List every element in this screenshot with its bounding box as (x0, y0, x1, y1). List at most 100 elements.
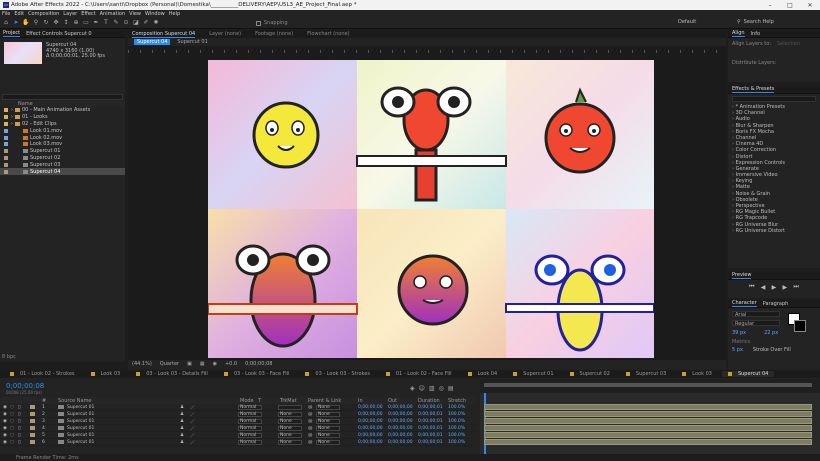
shape-tool-icon[interactable]: ▭ (82, 19, 90, 27)
timeline-tab[interactable]: 01 - Look 02 - Strokes (4, 371, 81, 377)
time-ruler[interactable] (480, 379, 820, 393)
tab-composition[interactable]: Composition Supercut 04 (132, 31, 196, 38)
transparency-grid-icon[interactable]: ▦ (200, 361, 205, 367)
layer-label-swatch[interactable] (30, 426, 35, 430)
timeline-current-time[interactable]: 0;00;00;08 (6, 382, 44, 390)
duration-value[interactable]: 0;00;00;01 (418, 405, 443, 410)
layer-row[interactable]: ◉ ◌ ▯ 2 Supercut 01 ♟ ／ Normal None @ None 0;00;00;… (0, 411, 476, 418)
blend-mode-dropdown[interactable]: Normal (238, 405, 262, 410)
project-item[interactable]: Supercut 04 (0, 168, 125, 175)
play-icon[interactable]: ▶ (772, 284, 777, 291)
timeline-tab[interactable]: Supercut 01 (507, 371, 559, 377)
out-point[interactable]: 0;00;00;00 (388, 433, 413, 438)
eye-icon[interactable]: ◉ (3, 419, 7, 424)
comp-canvas[interactable] (208, 60, 654, 358)
duration-value[interactable]: 0;00;00;01 (418, 419, 443, 424)
stroke-color-swatch[interactable] (794, 320, 806, 332)
collapse-switch-icon[interactable]: ／ (190, 440, 195, 446)
layer-duration-bar[interactable] (484, 418, 812, 424)
parent-dropdown[interactable]: None (316, 433, 340, 438)
project-search-input[interactable] (2, 94, 123, 100)
menu-layer[interactable]: Layer (63, 11, 77, 17)
last-frame-icon[interactable]: ⏭ (793, 283, 798, 291)
eye-icon[interactable]: ◉ (3, 412, 7, 417)
parent-pickwhip-icon[interactable]: @ (308, 433, 313, 438)
parent-pickwhip-icon[interactable]: @ (308, 426, 313, 431)
brush-tool-icon[interactable]: ✎ (112, 19, 120, 27)
label-color-swatch[interactable] (4, 169, 8, 174)
layer-label-swatch[interactable] (30, 412, 35, 416)
layer-duration-bar[interactable] (484, 432, 812, 438)
font-style-dropdown[interactable]: Regular (732, 320, 780, 327)
composition-viewer[interactable] (128, 46, 726, 360)
motion-blur-icon[interactable]: ◎ (439, 385, 444, 392)
timeline-tab[interactable]: 03 - Look 03 - Face Fill (218, 371, 296, 377)
project-item[interactable]: › 02 - Edit Clips (0, 121, 125, 128)
layer-row[interactable]: ◉ ◌ ▯ 3 Supercut 01 ♟ ／ Normal None @ None 0;00;00;… (0, 418, 476, 425)
column-name[interactable]: Name (18, 101, 33, 107)
close-icon[interactable]: ✕ (800, 2, 820, 9)
snapping-checkbox[interactable] (256, 20, 261, 26)
menu-animation[interactable]: Animation (100, 11, 126, 17)
region-of-interest-icon[interactable]: ▣ (187, 361, 192, 367)
minimize-icon[interactable]: – (760, 2, 780, 9)
tab-align[interactable]: Align (732, 30, 745, 37)
selection-tool-icon[interactable]: ➤ (12, 19, 20, 27)
tab-character[interactable]: Character (732, 300, 757, 307)
subtab-supercut-04[interactable]: Supercut 04 (134, 39, 171, 45)
menu-edit[interactable]: Edit (14, 11, 24, 17)
label-color-swatch[interactable] (4, 115, 8, 120)
tracking-value[interactable]: Metrics (732, 339, 750, 345)
puppet-tool-icon[interactable]: ✸ (152, 19, 160, 27)
blend-mode-dropdown[interactable]: Normal (238, 426, 262, 431)
shy-switch-icon[interactable]: ♟ (180, 433, 184, 438)
layer-row[interactable]: ◉ ◌ ▯ 4 Supercut 01 ♟ ／ Normal None @ None 0;00;00;… (0, 425, 476, 432)
timeline-tab[interactable]: Supercut 03 (620, 371, 672, 377)
lock-icon[interactable]: ▯ (18, 405, 20, 410)
shy-switch-icon[interactable]: ♟ (180, 419, 184, 424)
lock-icon[interactable]: ▯ (18, 440, 20, 445)
workspace-default[interactable]: Default (678, 19, 696, 25)
track-matte-dropdown[interactable]: None (278, 426, 302, 431)
project-item[interactable]: › 00 - Main Animation Assets (0, 107, 125, 114)
label-color-swatch[interactable] (4, 121, 8, 126)
menu-composition[interactable]: Composition (28, 11, 59, 17)
tab-paragraph[interactable]: Paragraph (763, 301, 789, 307)
playhead[interactable] (484, 393, 486, 455)
zoom-tool-icon[interactable]: ⚲ (32, 19, 40, 27)
layer-duration-bar[interactable] (484, 425, 812, 431)
eraser-tool-icon[interactable]: ◪ (132, 19, 140, 27)
blend-mode-dropdown[interactable]: Normal (238, 440, 262, 445)
label-color-swatch[interactable] (4, 162, 8, 167)
shy-switch-icon[interactable]: ♟ (180, 405, 184, 410)
project-item[interactable]: Supercut 01 (0, 148, 125, 155)
menu-view[interactable]: View (129, 11, 141, 17)
menu-effect[interactable]: Effect (81, 11, 95, 17)
tab-layer[interactable]: Layer (none) (209, 31, 241, 37)
label-color-swatch[interactable] (4, 128, 8, 133)
menu-file[interactable]: File (2, 11, 10, 17)
layer-source-name[interactable]: Supercut 01 (67, 426, 94, 431)
draft-3d-icon[interactable]: ◈ (410, 385, 415, 392)
project-item[interactable]: Look 02.mov (0, 134, 125, 141)
track-matte-dropdown[interactable] (278, 405, 302, 410)
type-tool-icon[interactable]: T (102, 19, 110, 27)
previous-frame-icon[interactable]: ◀ (761, 284, 766, 291)
parent-pickwhip-icon[interactable]: @ (308, 419, 313, 424)
exposure-value[interactable]: +0.0 (225, 361, 237, 367)
track-matte-dropdown[interactable]: None (278, 440, 302, 445)
audio-icon[interactable]: ◌ (10, 405, 14, 410)
timeline-tab[interactable]: Supercut 04 (721, 371, 775, 377)
pan-behind-icon[interactable]: ⊕ (72, 19, 80, 27)
layer-label-swatch[interactable] (30, 419, 35, 423)
label-color-swatch[interactable] (4, 108, 8, 113)
menu-window[interactable]: Window (145, 11, 165, 17)
leading-value[interactable]: 22 px (764, 330, 778, 336)
layer-row[interactable]: ◉ ◌ ▯ 5 Supercut 01 ♟ ／ Normal None @ None 0;00;00;… (0, 432, 476, 439)
audio-icon[interactable]: ◌ (10, 440, 14, 445)
track-matte-dropdown[interactable]: None (278, 433, 302, 438)
stretch-value[interactable]: 100.0% (448, 405, 465, 410)
layer-label-swatch[interactable] (30, 440, 35, 444)
tab-effect-controls[interactable]: Effect Controls Supercut 0 (26, 31, 91, 37)
layer-duration-bar[interactable] (484, 411, 812, 417)
